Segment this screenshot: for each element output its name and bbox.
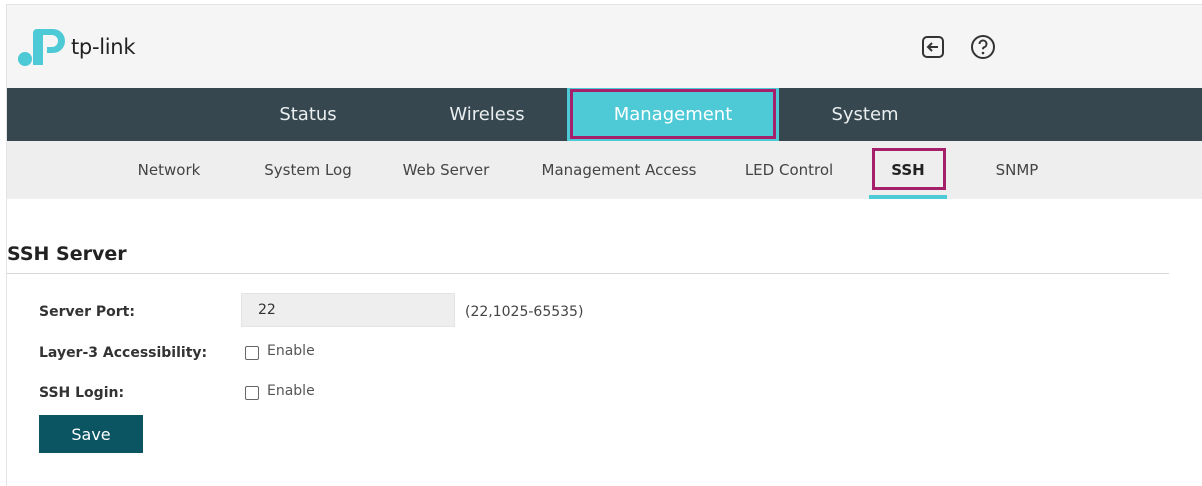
active-subtab-indicator bbox=[869, 195, 947, 199]
ssh-login-label: SSH Login: bbox=[39, 385, 125, 401]
logout-button[interactable] bbox=[917, 31, 949, 63]
page-frame: tp-link Status Wireless Management Syste… bbox=[6, 4, 1202, 486]
ssh-login-enable-label[interactable]: Enable bbox=[267, 383, 315, 399]
ssh-login-enable-checkbox[interactable] bbox=[245, 386, 259, 400]
tab-system[interactable]: System bbox=[787, 88, 943, 141]
layer3-accessibility-label: Layer-3 Accessibility: bbox=[39, 345, 208, 361]
logout-icon bbox=[922, 36, 944, 58]
sub-nav: Network System Log Web Server Management… bbox=[7, 141, 1202, 199]
tp-link-logo-icon bbox=[18, 29, 65, 66]
main-nav: Status Wireless Management System bbox=[7, 88, 1202, 141]
subtab-ssh[interactable]: SSH bbox=[869, 141, 947, 199]
subtab-network[interactable]: Network bbox=[127, 141, 211, 199]
server-port-label: Server Port: bbox=[39, 304, 135, 320]
subtab-snmp[interactable]: SNMP bbox=[977, 141, 1057, 199]
server-port-input[interactable] bbox=[241, 293, 455, 327]
subtab-web-server[interactable]: Web Server bbox=[393, 141, 499, 199]
header: tp-link bbox=[7, 5, 1202, 89]
logo-text: tp-link bbox=[71, 35, 136, 59]
tp-link-logo[interactable]: tp-link bbox=[17, 25, 135, 69]
help-button[interactable] bbox=[967, 31, 999, 63]
server-port-hint: (22,1025-65535) bbox=[465, 304, 584, 320]
tab-management[interactable]: Management bbox=[567, 88, 779, 141]
tab-wireless[interactable]: Wireless bbox=[421, 88, 553, 141]
layer3-enable-label[interactable]: Enable bbox=[267, 343, 315, 359]
save-button[interactable]: Save bbox=[39, 415, 143, 453]
layer3-enable-checkbox[interactable] bbox=[245, 346, 259, 360]
help-icon bbox=[971, 35, 995, 59]
subtab-system-log[interactable]: System Log bbox=[257, 141, 359, 199]
subtab-led-control[interactable]: LED Control bbox=[735, 141, 843, 199]
section-title: SSH Server bbox=[7, 243, 127, 265]
subtab-management-access[interactable]: Management Access bbox=[531, 141, 707, 199]
section-divider bbox=[7, 273, 1169, 274]
tab-status[interactable]: Status bbox=[255, 88, 361, 141]
